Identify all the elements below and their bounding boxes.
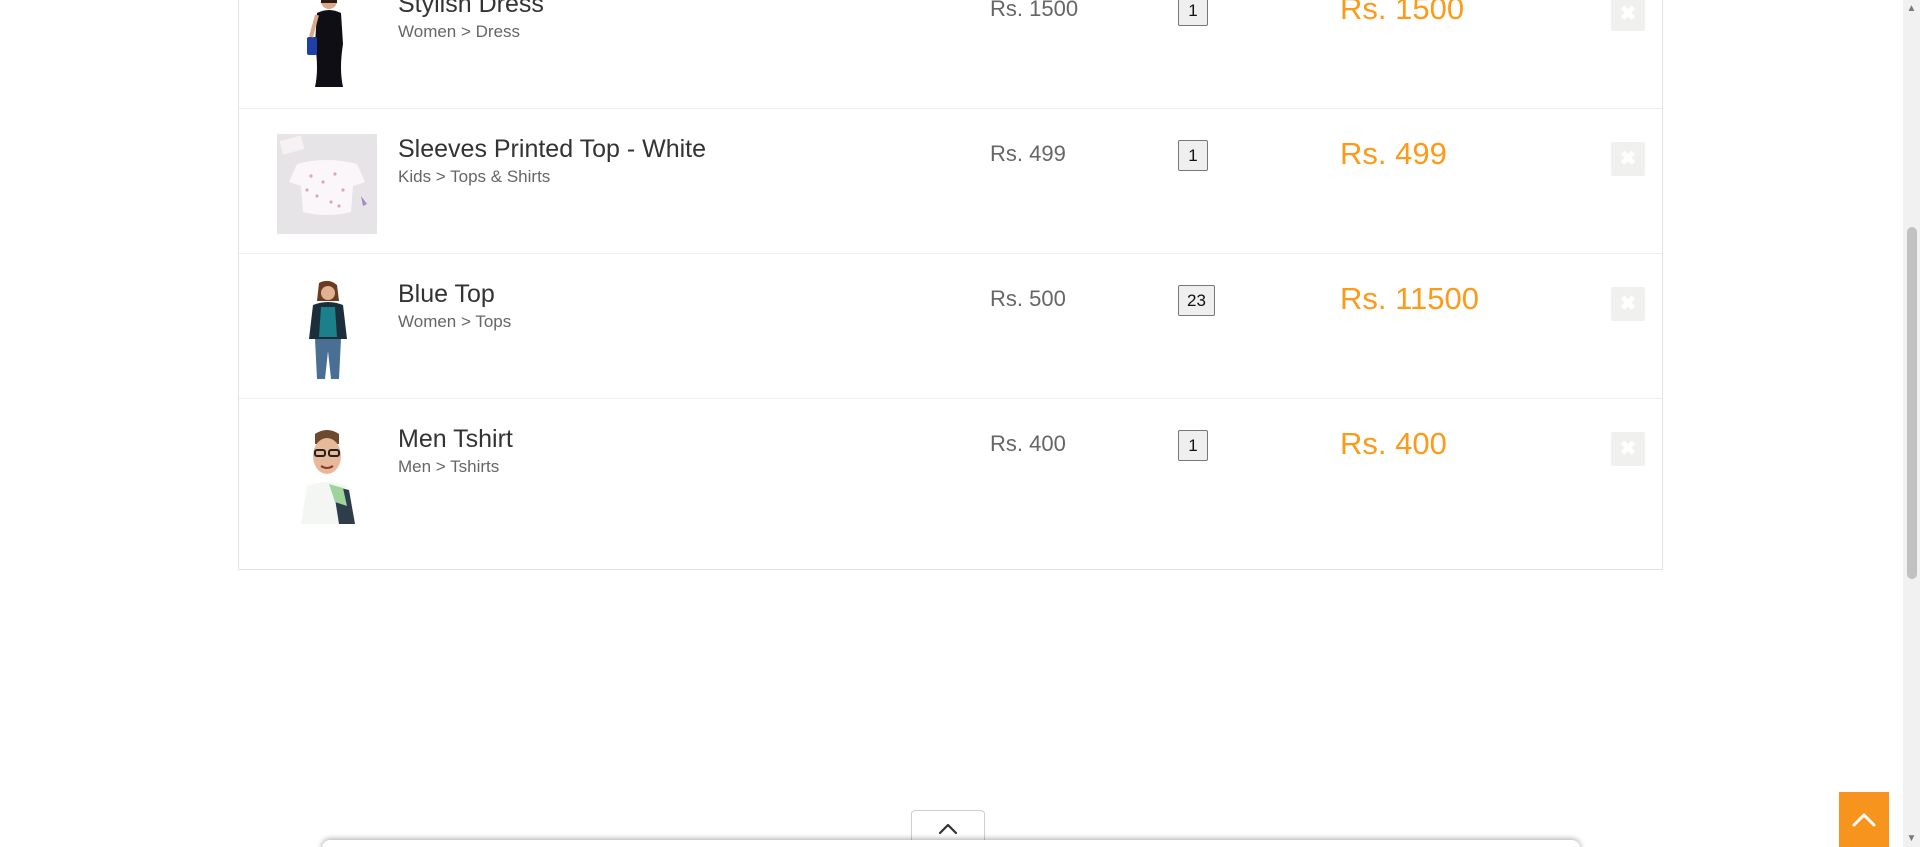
vertical-scrollbar[interactable]: ▲ ▼ bbox=[1903, 0, 1920, 847]
product-name[interactable]: Men Tshirt bbox=[398, 425, 513, 454]
scroll-down-arrow-icon[interactable]: ▼ bbox=[1903, 830, 1920, 847]
quantity-button[interactable]: 23 bbox=[1178, 285, 1215, 316]
unit-price: Rs. 499 bbox=[990, 141, 1066, 166]
woman-black-dress-image bbox=[277, 0, 377, 89]
cart-page: Stylish Dress Women > Dress Rs. 1500 1 R… bbox=[0, 0, 1903, 847]
product-name[interactable]: Sleeves Printed Top - White bbox=[398, 135, 706, 164]
cart-table: Stylish Dress Women > Dress Rs. 1500 1 R… bbox=[238, 0, 1663, 570]
remove-item-button[interactable]: ✖ bbox=[1611, 0, 1645, 31]
cart-row: Sleeves Printed Top - White Kids > Tops … bbox=[239, 109, 1662, 254]
unit-price: Rs. 1500 bbox=[990, 0, 1079, 21]
close-icon: ✖ bbox=[1619, 438, 1637, 460]
quantity-button[interactable]: 1 bbox=[1178, 140, 1208, 171]
product-image[interactable] bbox=[277, 134, 377, 234]
unit-price: Rs. 400 bbox=[990, 431, 1066, 456]
cart-row: Men Tshirt Men > Tshirts Rs. 400 1 Rs. 4… bbox=[239, 399, 1662, 544]
white-kids-top-image bbox=[277, 134, 377, 234]
product-name[interactable]: Stylish Dress bbox=[398, 0, 544, 19]
remove-item-button[interactable]: ✖ bbox=[1611, 142, 1645, 176]
close-icon: ✖ bbox=[1619, 148, 1637, 170]
chevron-up-icon bbox=[1852, 813, 1876, 826]
line-total: Rs. 400 bbox=[1340, 426, 1447, 461]
product-image[interactable] bbox=[277, 0, 377, 89]
unit-price: Rs. 500 bbox=[990, 286, 1066, 311]
scroll-to-top-button[interactable] bbox=[1839, 792, 1889, 847]
chevron-up-icon bbox=[938, 823, 958, 835]
product-image[interactable] bbox=[277, 279, 377, 379]
bottom-tray bbox=[322, 840, 1580, 847]
scrollbar-thumb[interactable] bbox=[1907, 227, 1917, 579]
cart-row: Stylish Dress Women > Dress Rs. 1500 1 R… bbox=[239, 0, 1662, 109]
product-category: Women > Dress bbox=[398, 22, 521, 41]
remove-item-button[interactable]: ✖ bbox=[1611, 287, 1645, 321]
close-icon: ✖ bbox=[1619, 3, 1637, 25]
scroll-up-arrow-icon[interactable]: ▲ bbox=[1903, 0, 1920, 17]
product-image[interactable] bbox=[277, 424, 377, 524]
man-tshirt-image bbox=[277, 424, 377, 524]
line-total: Rs. 499 bbox=[1340, 136, 1447, 171]
product-name[interactable]: Blue Top bbox=[398, 280, 495, 309]
close-icon: ✖ bbox=[1619, 293, 1637, 315]
product-category: Kids > Tops & Shirts bbox=[398, 167, 551, 186]
line-total: Rs. 11500 bbox=[1340, 281, 1480, 316]
product-category: Men > Tshirts bbox=[398, 457, 500, 476]
quantity-button[interactable]: 1 bbox=[1178, 430, 1208, 461]
quantity-button[interactable]: 1 bbox=[1178, 0, 1208, 26]
woman-blue-top-image bbox=[277, 279, 377, 379]
product-category: Women > Tops bbox=[398, 312, 512, 331]
remove-item-button[interactable]: ✖ bbox=[1611, 432, 1645, 466]
cart-row: Blue Top Women > Tops Rs. 500 23 Rs. 115… bbox=[239, 254, 1662, 399]
line-total: Rs. 1500 bbox=[1340, 0, 1465, 26]
